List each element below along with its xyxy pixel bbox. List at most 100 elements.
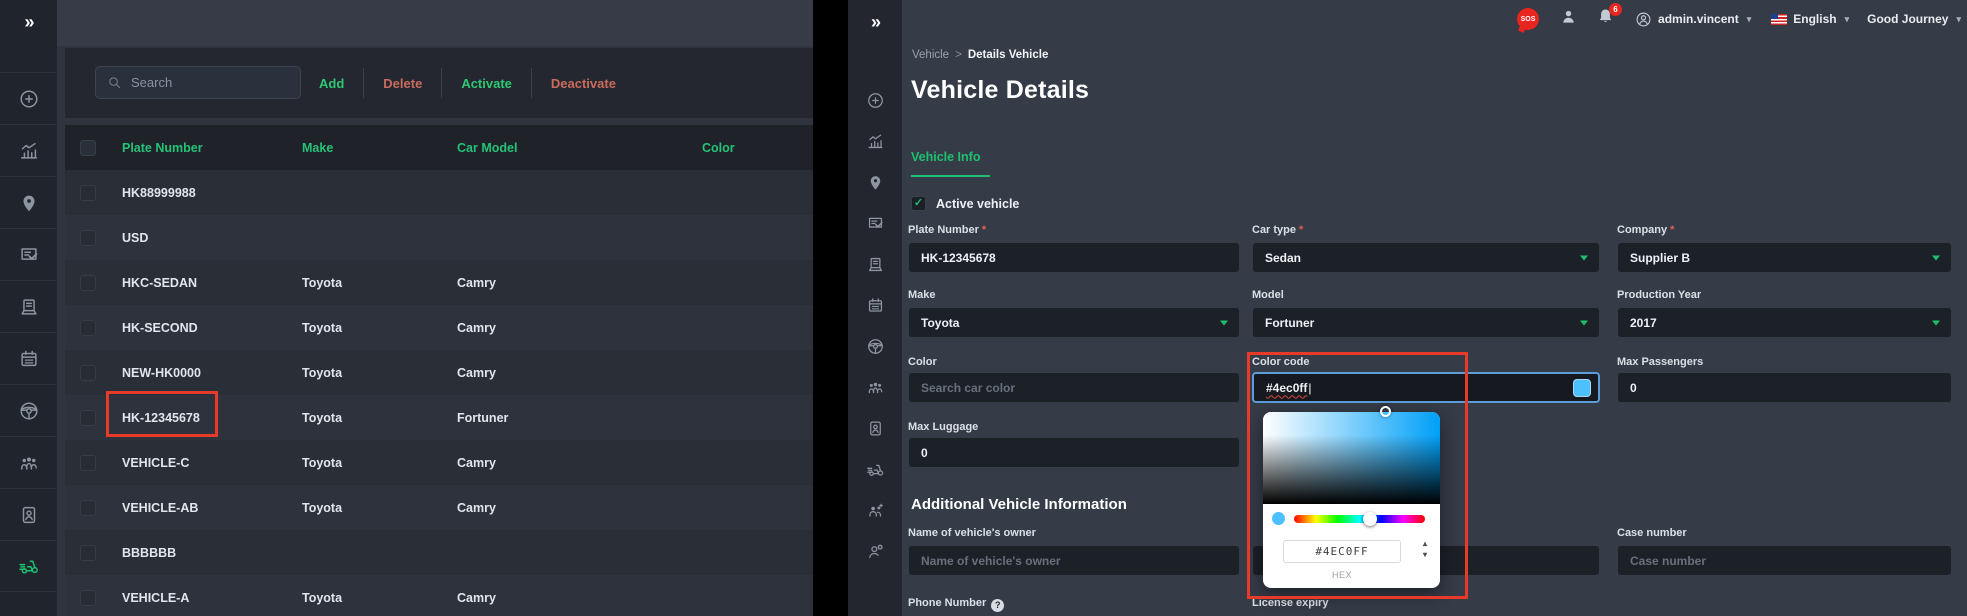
list-toolbar: Search Add Delete Activate Deactivate — [65, 48, 813, 118]
vehicle-table: Plate Number Make Car Model Color HK8899… — [65, 125, 813, 616]
plate-number-input[interactable]: HK-12345678 — [908, 242, 1240, 273]
table-row[interactable]: HK-12345678 Toyota Fortuner — [65, 395, 813, 440]
sos-button[interactable]: SOS — [1517, 8, 1540, 30]
column-header-make[interactable]: Make — [302, 141, 333, 155]
row-checkbox[interactable] — [80, 274, 96, 291]
column-header-plate[interactable]: Plate Number — [122, 141, 203, 155]
cell-make: Toyota — [302, 410, 343, 425]
hue-slider[interactable] — [1294, 511, 1425, 526]
mini-sidebar-item-passengers[interactable] — [848, 367, 902, 408]
row-checkbox[interactable] — [80, 364, 96, 381]
language-menu[interactable]: English ▾ — [1771, 12, 1849, 26]
user-menu[interactable]: admin.vincent ▾ — [1635, 11, 1751, 28]
sidebar-item-contacts[interactable] — [0, 488, 57, 540]
production-year-select[interactable]: 2017 — [1617, 307, 1952, 338]
current-color-dot — [1272, 512, 1285, 525]
row-checkbox[interactable] — [80, 409, 96, 426]
table-row[interactable]: HK-SECOND Toyota Camry — [65, 305, 813, 350]
sidebar-item-receipt[interactable] — [0, 280, 57, 332]
make-select[interactable]: Toyota — [908, 307, 1240, 338]
mini-sidebar-item-receipt[interactable] — [848, 244, 902, 285]
color-code-input[interactable]: #4ec0ff | — [1252, 372, 1600, 403]
left-sidebar: » — [0, 0, 57, 616]
row-checkbox[interactable] — [80, 184, 96, 201]
sidebar-item-analytics[interactable] — [0, 124, 57, 176]
org-menu[interactable]: Good Journey ▾ — [1867, 12, 1961, 26]
section-title: Additional Vehicle Information — [911, 496, 1127, 513]
required-asterisk: * — [1299, 224, 1304, 236]
search-placeholder: Search — [131, 75, 173, 90]
table-row[interactable]: HKC-SEDAN Toyota Camry — [65, 260, 813, 305]
activate-button[interactable]: Activate — [457, 76, 516, 91]
table-row[interactable]: VEHICLE-C Toyota Camry — [65, 440, 813, 485]
add-button[interactable]: Add — [315, 76, 348, 91]
model-select[interactable]: Fortuner — [1252, 307, 1600, 338]
row-checkbox[interactable] — [80, 589, 96, 606]
mini-sidebar-expand-button[interactable]: » — [848, 0, 902, 44]
location-icon — [18, 192, 40, 214]
mini-sidebar-item-calendar[interactable] — [848, 285, 902, 326]
saturation-handle[interactable] — [1379, 406, 1391, 417]
sidebar-item-survey[interactable] — [0, 228, 57, 280]
deactivate-button[interactable]: Deactivate — [547, 76, 620, 91]
format-stepper[interactable]: ▴ ▾ — [1423, 538, 1427, 560]
mini-sidebar-item-location[interactable] — [848, 162, 902, 203]
mini-sidebar-item-driver[interactable] — [848, 326, 902, 367]
tab-vehicle-info[interactable]: Vehicle Info — [911, 150, 991, 177]
profile-button[interactable] — [1559, 7, 1578, 31]
case-number-input[interactable]: Case number — [1617, 545, 1952, 576]
chevron-down-icon — [1932, 320, 1940, 325]
mini-sidebar-item-person-add[interactable] — [848, 531, 902, 572]
mini-sidebar-item-vehicle[interactable] — [848, 449, 902, 490]
sidebar-item-target[interactable] — [0, 72, 57, 124]
max-passengers-input[interactable]: 0 — [1617, 372, 1952, 403]
max-luggage-input[interactable]: 0 — [908, 437, 1240, 468]
table-row[interactable]: BBBBBB — [65, 530, 813, 575]
sidebar-item-passengers[interactable] — [0, 436, 57, 488]
active-vehicle-checkbox[interactable]: ✓ — [911, 196, 926, 211]
search-input[interactable]: Search — [95, 66, 301, 99]
left-topbar — [57, 0, 813, 46]
company-select[interactable]: Supplier B — [1617, 242, 1952, 273]
table-row[interactable]: NEW-HK0000 Toyota Camry — [65, 350, 813, 395]
company-label: Company * — [1617, 224, 1675, 236]
mini-sidebar-item-target[interactable] — [848, 80, 902, 121]
mini-sidebar-item-analytics[interactable] — [848, 121, 902, 162]
row-checkbox[interactable] — [80, 319, 96, 336]
sidebar-item-vehicle[interactable] — [0, 540, 57, 592]
mini-sidebar-item-contacts[interactable] — [848, 408, 902, 449]
color-swatch[interactable] — [1573, 378, 1591, 397]
mini-sidebar-item-survey[interactable] — [848, 203, 902, 244]
help-icon[interactable]: ? — [991, 598, 1005, 612]
breadcrumb-parent[interactable]: Vehicle — [912, 49, 949, 61]
table-row[interactable]: USD — [65, 215, 813, 260]
sidebar-item-location[interactable] — [0, 176, 57, 228]
saturation-area[interactable] — [1263, 406, 1440, 504]
column-header-model[interactable]: Car Model — [457, 141, 517, 155]
hue-slider-handle[interactable] — [1363, 511, 1378, 526]
sidebar-item-calendar[interactable] — [0, 332, 57, 384]
column-header-color[interactable]: Color — [702, 141, 735, 155]
row-checkbox[interactable] — [80, 229, 96, 246]
required-asterisk: * — [981, 224, 987, 236]
cell-make: Toyota — [302, 500, 343, 515]
sidebar-item-driver[interactable] — [0, 384, 57, 436]
table-row[interactable]: VEHICLE-AB Toyota Camry — [65, 485, 813, 530]
row-checkbox[interactable] — [80, 499, 96, 516]
cell-car-model: Fortuner — [457, 410, 509, 425]
org-name: Good Journey — [1867, 12, 1949, 26]
owner-name-input[interactable]: Name of vehicle's owner — [908, 545, 1240, 576]
notifications-button[interactable]: 6 — [1596, 3, 1623, 31]
delete-button[interactable]: Delete — [379, 76, 426, 91]
table-row[interactable]: VEHICLE-A Toyota Camry — [65, 575, 813, 616]
row-checkbox[interactable] — [80, 544, 96, 561]
car-type-select[interactable]: Sedan — [1252, 242, 1600, 273]
color-search-input[interactable]: Search car color — [908, 372, 1240, 403]
sidebar-expand-button[interactable]: » — [0, 0, 57, 44]
row-checkbox[interactable] — [80, 454, 96, 471]
max-luggage-label: Max Luggage — [908, 421, 979, 433]
table-row[interactable]: HK88999988 — [65, 170, 813, 215]
mini-sidebar-item-team[interactable] — [848, 490, 902, 531]
hex-value-input[interactable]: #4EC0FF — [1283, 540, 1401, 563]
select-all-checkbox[interactable] — [80, 139, 96, 156]
